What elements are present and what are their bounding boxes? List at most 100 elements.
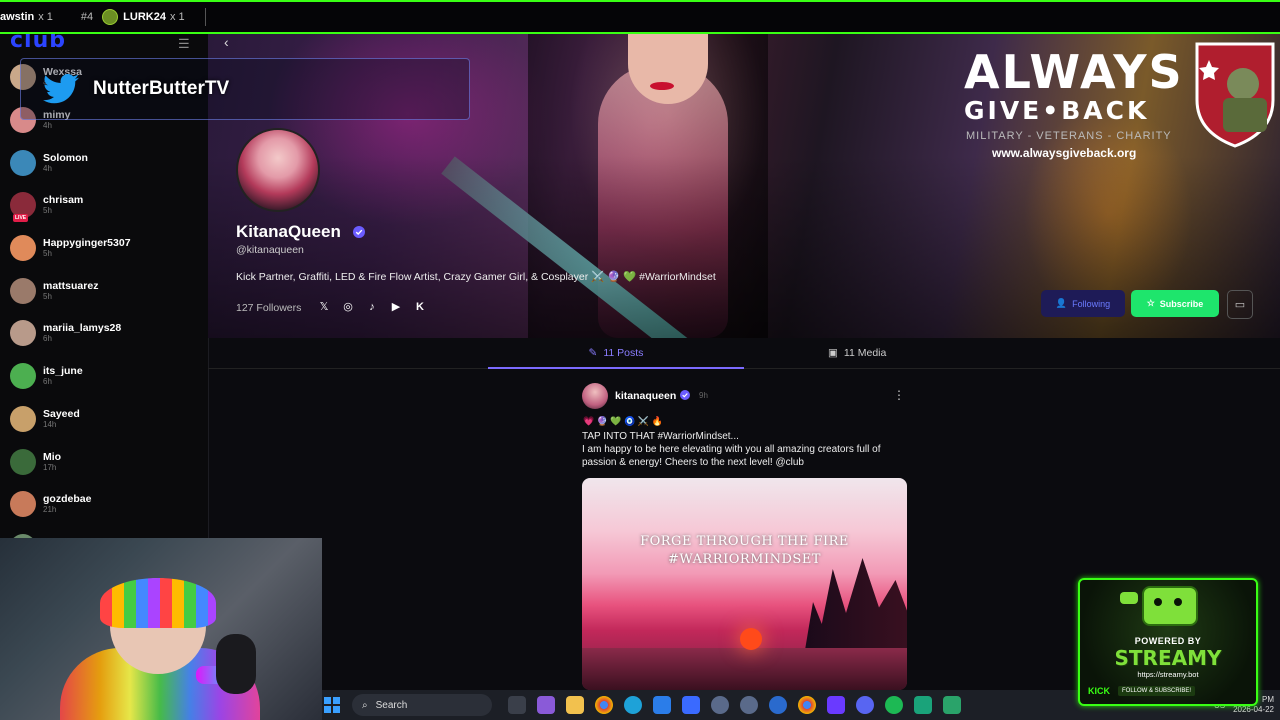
app-icon[interactable] [942,696,961,714]
post-author-avatar[interactable] [582,383,608,409]
app-icon[interactable] [681,696,700,714]
avatar [10,448,36,475]
ticker-rank: #4 [80,11,94,23]
kick-label: KICK [1088,686,1110,696]
sidebar-item-time: 5h [43,206,52,216]
powered-by-label: POWERED BY [1134,636,1202,646]
post-author-name[interactable]: kitanaqueen [615,390,676,402]
sidebar-item[interactable]: LIVE chrisam 5h [0,184,208,227]
star-icon: ☆ [1146,298,1155,308]
edge-icon[interactable] [623,696,642,714]
sidebar-item-time: 14h [43,419,57,429]
following-label: Following [1072,298,1111,309]
spotify-icon[interactable] [884,696,903,714]
chrome-icon[interactable] [594,696,613,714]
avatar [10,277,36,304]
post-emoji-line: 💗 🔮 💚 🧿 ⚔️ 🔥 [583,416,663,426]
tab-posts-label: 11 Posts [603,346,644,359]
chevron-left-icon[interactable]: ‹ [224,34,229,50]
x-icon[interactable]: 𝕏 [318,301,330,313]
avatar [10,405,36,432]
post-image[interactable]: FORGE THROUGH THE FIRE #WARRIORMINDSET [582,478,907,690]
avatar [10,363,36,390]
hamburger-menu-icon[interactable]: ☰ [178,36,194,51]
profile-avatar [236,128,320,212]
subscribe-label: Subscribe [1159,298,1204,309]
sidebar-item-time: 4h [43,121,52,131]
post-line: TAP INTO THAT #WarriorMindset... [582,431,739,442]
image-art [740,628,762,650]
avatar [10,320,36,347]
sidebar-item[interactable]: mariia_lamys28 6h [0,312,208,355]
avatar [10,235,36,262]
sidebar-item-name: chrisam [43,194,84,207]
sidebar-item[interactable]: mattsuarez 5h [0,269,208,312]
streamy-url: https://streamy.bot [1137,670,1199,679]
ticker-name: LURK24 [123,11,166,23]
following-button[interactable]: 👤 Following [1041,290,1125,317]
sidebar-item-time: 5h [43,249,52,259]
social-links: 𝕏 ◎ ♪ ▶ K [318,301,426,313]
app-icon[interactable] [710,696,729,714]
sidebar-item-time: 6h [43,377,52,387]
file-explorer-icon[interactable] [565,696,584,714]
sidebar-item-time: 17h [43,462,57,472]
sidebar-item-name: Mio [43,450,62,463]
image-art [582,648,907,690]
sidebar-list: Wexssa4h mimy4h Solomon4h LIVEchrisam5h … [0,56,208,540]
widgets-icon[interactable] [536,696,555,714]
instagram-icon[interactable]: ◎ [342,301,354,313]
sidebar-item-name: gozdebae [43,493,92,506]
sidebar-item-time: 4h [43,163,52,173]
app-icon[interactable] [768,696,787,714]
app-icon[interactable] [913,696,932,714]
twitter-bird-icon [43,74,79,104]
tab-media-label: 11 Media [843,346,887,359]
webcam-art [100,578,216,628]
tab-media[interactable]: ▣ 11 Media [828,338,918,367]
twitter-overlay: NutterButterTV [20,58,470,120]
ticker-count: x 1 [169,11,185,23]
club-logo[interactable]: club [10,34,66,53]
ticker-segment: #4 LURK24 x 1 [77,9,189,25]
post-timestamp: 9h [699,391,708,400]
kick-icon[interactable]: K [414,301,426,313]
chrome-icon[interactable] [797,696,816,714]
search-label: Search [375,699,408,711]
obs-icon[interactable] [826,696,845,714]
sidebar-item[interactable]: Mio 17h [0,440,208,483]
subscribe-button[interactable]: ☆ Subscribe [1131,290,1219,317]
message-icon[interactable]: ▭ [1227,290,1253,319]
taskbar-search[interactable]: ⌕ Search [352,694,492,716]
sidebar-item[interactable]: Solomon 4h [0,141,208,184]
youtube-icon[interactable]: ▶ [390,301,402,313]
followers-count[interactable]: 127 Followers [236,302,301,314]
app-icon[interactable] [739,696,758,714]
profile-tabs: ✎ 11 Posts ▣ 11 Media [208,338,1280,369]
task-view-icon[interactable] [507,696,526,714]
verified-badge-icon [680,390,690,400]
avatar [10,491,36,518]
ticker-count: x 1 [38,11,53,23]
sidebar-item[interactable]: Sayeed 14h [0,398,208,441]
tiktok-icon[interactable]: ♪ [366,301,378,313]
twitter-handle: NutterButterTV [93,78,230,99]
sidebar-item[interactable]: its_june 6h [0,355,208,398]
profile-bio: Kick Partner, Graffiti, LED & Fire Flow … [236,271,716,283]
brand-line1: ALWAYS [964,45,1184,99]
sidebar-item-name: Happyginger5307 [43,237,131,250]
windows-start-icon[interactable] [324,697,340,713]
tab-posts[interactable]: ✎ 11 Posts [488,338,744,369]
more-options-icon[interactable]: ⋮ [893,388,905,402]
chat-bubble-icon [1120,592,1138,604]
sidebar-item[interactable]: gozdebae 21h [0,483,208,526]
clock-date: 2026-04-22 [1233,705,1274,714]
sidebar-item[interactable]: Happyginger5307 5h [0,227,208,270]
streamy-widget: POWERED BY STREAMY https://streamy.bot K… [1078,578,1258,706]
ticker-segment: awstin x 1 [0,11,57,23]
microphone-icon [216,634,256,694]
store-icon[interactable] [652,696,671,714]
live-badge: LIVE [13,214,29,223]
avatar [10,149,36,176]
discord-icon[interactable] [855,696,874,714]
